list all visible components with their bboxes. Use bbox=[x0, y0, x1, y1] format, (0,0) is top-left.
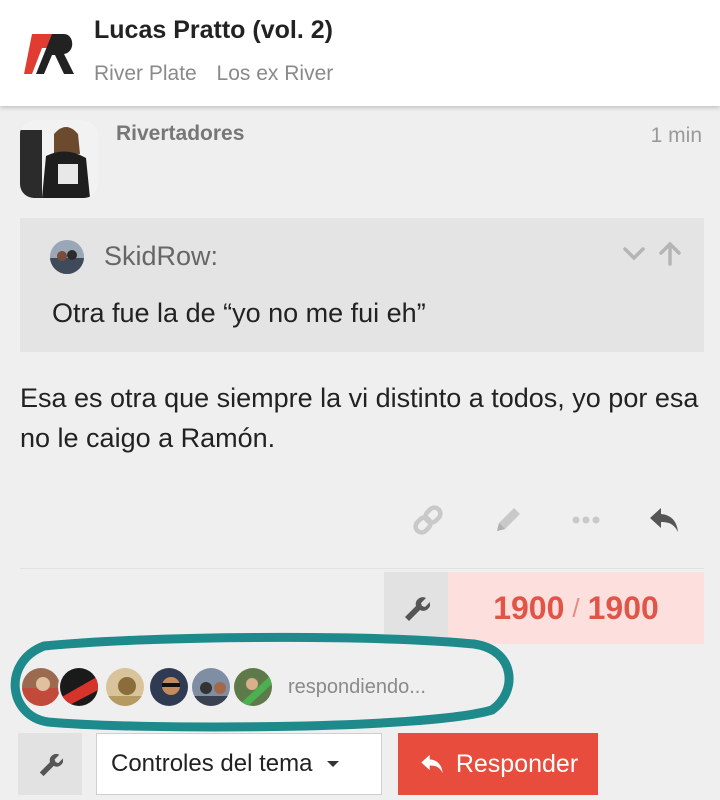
topic-controls-label: Controles del tema bbox=[111, 750, 313, 777]
arrow-up-icon[interactable] bbox=[656, 240, 684, 268]
reply-icon[interactable] bbox=[644, 500, 684, 540]
reply-button[interactable]: Responder bbox=[398, 733, 598, 795]
caret-down-icon bbox=[327, 761, 340, 767]
wrench-icon bbox=[39, 754, 63, 777]
replying-status: respondiendo... bbox=[288, 676, 426, 698]
breadcrumb-category[interactable]: River Plate bbox=[94, 62, 197, 85]
link-icon[interactable] bbox=[408, 500, 448, 540]
replying-avatar bbox=[148, 666, 190, 708]
post-time[interactable]: 1 min bbox=[651, 124, 702, 148]
quote-avatar bbox=[50, 240, 84, 274]
reply-icon bbox=[421, 754, 443, 774]
timeline-wrench-button[interactable] bbox=[384, 572, 448, 644]
replying-avatar bbox=[104, 666, 146, 708]
quote-block: SkidRow: Otra fue la de “yo no me fui eh… bbox=[20, 218, 704, 352]
post-body: Esa es otra que siempre la vi distinto a… bbox=[20, 383, 699, 453]
quote-author: SkidRow: bbox=[104, 241, 219, 271]
user-avatar[interactable] bbox=[20, 120, 98, 198]
pencil-icon[interactable] bbox=[488, 500, 528, 540]
replying-avatar bbox=[232, 666, 274, 708]
forum-logo-icon[interactable] bbox=[22, 30, 78, 78]
progress-total: 1900 bbox=[587, 589, 659, 626]
replying-avatar bbox=[190, 666, 232, 708]
chevron-down-icon[interactable] bbox=[620, 240, 648, 268]
topic-controls-dropdown[interactable]: Controles del tema bbox=[96, 733, 382, 795]
replying-avatar bbox=[58, 666, 100, 708]
post-username[interactable]: Rivertadores bbox=[116, 122, 244, 146]
breadcrumb: River Plate Los ex River bbox=[94, 62, 347, 86]
topic-header: Lucas Pratto (vol. 2) River Plate Los ex… bbox=[0, 0, 720, 106]
replying-avatar bbox=[20, 666, 62, 708]
topic-title[interactable]: Lucas Pratto (vol. 2) bbox=[94, 16, 333, 45]
topic-progress-counter[interactable]: 1900 / 1900 bbox=[448, 572, 704, 644]
more-icon[interactable] bbox=[566, 500, 606, 540]
wrench-icon bbox=[405, 597, 430, 621]
progress-current: 1900 bbox=[493, 589, 565, 626]
reply-button-label: Responder bbox=[455, 749, 579, 778]
divider bbox=[20, 568, 704, 569]
breadcrumb-subcategory[interactable]: Los ex River bbox=[217, 62, 334, 85]
progress-separator: / bbox=[572, 592, 580, 623]
admin-wrench-button[interactable] bbox=[18, 733, 82, 795]
quote-text: Otra fue la de “yo no me fui eh” bbox=[52, 298, 426, 328]
